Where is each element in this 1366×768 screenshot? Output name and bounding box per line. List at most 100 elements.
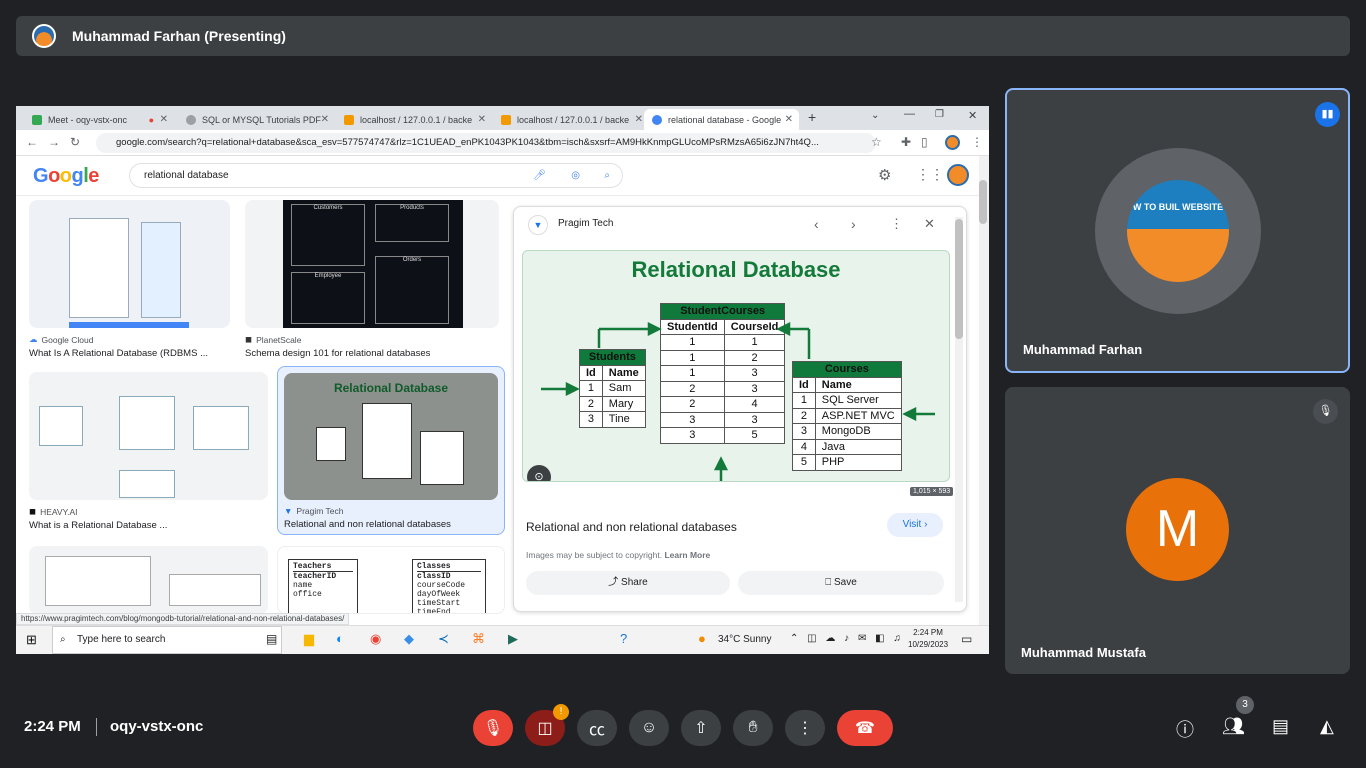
lens-icon[interactable]: ◎ (571, 164, 580, 187)
reactions-button[interactable]: ☺ (629, 710, 669, 746)
page-scrollbar[interactable] (979, 156, 989, 625)
result-title[interactable]: Relational and non relational databases (284, 519, 498, 530)
pragimtech-icon: ▼ (284, 506, 293, 516)
task-view-icon[interactable]: ▤ (266, 632, 277, 646)
tab-search-icon[interactable]: ⌄ (871, 110, 879, 121)
url-text: google.com/search?q=relational+database&… (116, 137, 819, 148)
bookmark-icon: ⎕ (825, 577, 832, 588)
thumb-field: office (293, 590, 322, 599)
edge-icon[interactable]: ◐ (336, 631, 344, 646)
result-thumbnail[interactable]: Customers Products Employee Orders (245, 200, 499, 328)
close-icon[interactable]: ✕ (785, 114, 793, 125)
raise-hand-button[interactable]: ✋︎ (733, 710, 773, 746)
captions-icon: ㏄ (588, 722, 605, 739)
taskbar-search-input[interactable]: ⌕ Type here to search (52, 626, 282, 654)
windows-start-icon[interactable]: ⊞ (26, 632, 37, 648)
settings-gear-icon[interactable]: ⚙ (878, 166, 891, 184)
file-explorer-icon[interactable]: ▆ (304, 631, 314, 647)
tab-google-search[interactable]: relational database - Google ✕ (644, 109, 799, 130)
result-thumbnail-partial[interactable]: Teachers teacherID name office Classes c… (277, 546, 505, 614)
tab-sql-tutorials[interactable]: SQL or MYSQL Tutorials PDF ✕ (178, 109, 335, 130)
participant-name: Muhammad Farhan (1023, 342, 1143, 357)
panel-scrollbar[interactable] (955, 217, 963, 602)
info-icon[interactable]: ⓘ (1176, 716, 1194, 742)
close-icon[interactable]: ✕ (478, 114, 486, 125)
activities-icon[interactable]: ◭ (1320, 716, 1334, 737)
next-image-icon[interactable]: › (851, 216, 856, 232)
restore-button[interactable]: ❐ (935, 109, 944, 120)
camera-off-button[interactable]: ◫ ! (525, 704, 569, 746)
result-title[interactable]: What Is A Relational Database (RDBMS ... (29, 348, 230, 359)
profile-avatar[interactable] (945, 135, 960, 150)
prev-image-icon[interactable]: ‹ (814, 216, 819, 232)
account-avatar[interactable] (947, 164, 969, 186)
visit-button[interactable]: Visit › (887, 513, 943, 537)
bookmark-star-icon[interactable]: ☆ (871, 135, 882, 149)
more-options-icon[interactable]: ⋮ (890, 216, 903, 232)
apps-grid-icon[interactable]: ⋮⋮ (916, 166, 944, 183)
system-tray-icons[interactable]: ⌃ ◫ ☁ ♪ ✉ ◧ ♫ (790, 633, 904, 644)
meet-icon (32, 114, 42, 125)
mic-off-button[interactable]: 🎙︎ (473, 710, 513, 746)
result-thumbnail[interactable] (29, 372, 268, 500)
sidepanel-icon[interactable]: ▯ (921, 135, 928, 149)
participant-tile-presenter[interactable]: ▮▮ W TO BUIL WEBSITE Muhammad Farhan (1005, 88, 1350, 373)
xampp-icon[interactable]: ⌘ (472, 631, 485, 647)
weather-text[interactable]: 34°C Sunny (718, 634, 771, 645)
menu-icon[interactable]: ⋮ (971, 135, 983, 149)
chrome-icon[interactable]: ◉ (370, 631, 381, 647)
meeting-code[interactable]: oqy-vstx-onc (110, 718, 203, 735)
thumb-orders: Orders (375, 256, 449, 324)
close-icon[interactable]: ✕ (635, 114, 643, 125)
app-icon[interactable]: ◆ (404, 631, 414, 647)
search-input[interactable]: relational database 🎤︎ ◎ ⌕ (129, 163, 623, 188)
panel-source[interactable]: Pragim Tech (558, 218, 613, 229)
result-thumbnail[interactable] (29, 200, 230, 328)
reload-icon[interactable]: ↻ (70, 135, 80, 149)
close-icon[interactable]: ✕ (160, 114, 168, 125)
address-bar: ← → ↻ google.com/search?q=relational+dat… (16, 130, 989, 156)
close-icon[interactable]: ✕ (321, 114, 329, 125)
result-title[interactable]: What is a Relational Database ... (29, 520, 268, 531)
save-button[interactable]: ⎕ Save (738, 571, 944, 595)
captions-button[interactable]: ㏄ (577, 710, 617, 746)
result-title[interactable]: Schema design 101 for relational databas… (245, 348, 499, 359)
minimize-button[interactable]: — (904, 108, 915, 120)
result-card-selected[interactable]: Relational Database ▼ Pragim Tech Relatio… (277, 366, 505, 535)
leave-call-button[interactable]: ☎ (837, 710, 893, 746)
tab-localhost-1[interactable]: localhost / 127.0.0.1 / backe ✕ (336, 109, 492, 130)
taskbar-clock[interactable]: 2:24 PM 10/29/2023 (908, 627, 948, 651)
result-card[interactable]: ◼ HEAVY.AI What is a Relational Database … (29, 372, 268, 531)
chat-icon[interactable]: ▤ (1272, 716, 1289, 737)
more-options-button[interactable]: ⋮ (785, 710, 825, 746)
learn-more-link[interactable]: Learn More (664, 550, 710, 560)
mic-icon[interactable]: 🎤︎ (533, 164, 546, 187)
share-button[interactable]: ⤴ Share (526, 571, 730, 595)
tab-localhost-2[interactable]: localhost / 127.0.0.1 / backe ✕ (493, 109, 649, 130)
present-button[interactable]: ⇧ (681, 710, 721, 746)
close-window-button[interactable]: ✕ (968, 109, 977, 122)
result-thumbnail[interactable]: Relational Database (284, 373, 498, 500)
preview-image[interactable]: Relational Database Students Id Name 1 Sam… (522, 250, 950, 482)
participant-name: Muhammad Mustafa (1021, 645, 1146, 660)
tab-meet[interactable]: Meet - oqy-vstx-onc ● ✕ (24, 109, 174, 130)
participant-tile-mustafa[interactable]: 🎙︎ M Muhammad Mustafa (1005, 387, 1350, 674)
help-icon[interactable]: ? (620, 631, 627, 646)
terminal-icon[interactable]: ▶ (508, 631, 518, 647)
result-thumbnail-partial[interactable] (29, 546, 268, 614)
close-panel-icon[interactable]: ✕ (924, 216, 935, 232)
result-card[interactable]: Customers Products Employee Orders ◼ Plan… (245, 200, 499, 359)
forward-icon[interactable]: → (48, 135, 60, 149)
google-logo[interactable]: Google (33, 165, 99, 188)
url-field[interactable]: google.com/search?q=relational+database&… (96, 133, 876, 153)
notifications-icon[interactable]: ▭ (961, 632, 972, 646)
vscode-icon[interactable]: ≺ (438, 631, 449, 647)
panel-caption[interactable]: Relational and non relational databases (526, 520, 737, 534)
back-icon[interactable]: ← (26, 135, 38, 149)
result-card[interactable]: ☁ Google Cloud What Is A Relational Datab… (29, 200, 230, 359)
new-tab-button[interactable]: + (808, 109, 816, 125)
extensions-icon[interactable]: ✚ (901, 135, 911, 149)
people-icon[interactable]: 👥︎ (1222, 716, 1245, 737)
lens-search-icon[interactable]: ⊙ (527, 465, 551, 481)
search-icon[interactable]: ⌕ (604, 164, 610, 187)
